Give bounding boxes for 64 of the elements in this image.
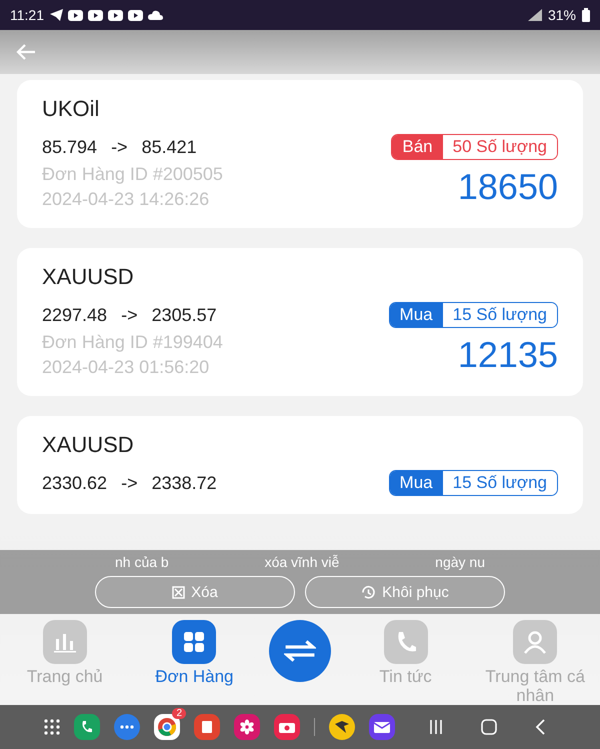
swap-icon [284,639,316,663]
open-price: 85.794 [42,136,98,158]
order-card[interactable]: XAUUSD 2330.62 -> 2338.72 Mua 15 Số lượng [17,416,583,514]
cloud-icon [148,10,163,20]
notes-app-icon[interactable] [194,714,220,740]
arrow-text: -> [111,136,128,158]
recents-icon[interactable] [429,720,443,734]
nav-tab[interactable]: Đơn Hàng [139,620,250,686]
arrow-text: -> [121,304,138,326]
open-price: 2297.48 [42,304,108,326]
quantity: 50 Số lượng [442,135,557,159]
quantity: 15 Số lượng [442,303,557,327]
order-id: Đơn Hàng ID #200505 [42,164,224,185]
amount: 18650 [458,166,558,208]
nav-tab[interactable]: Trang chủ [10,620,120,686]
close-price: 85.421 [142,136,197,158]
nav-tab[interactable]: Trung tâm cá nhân [480,620,590,705]
side-label: Mua [390,471,443,495]
send-icon [50,9,63,21]
back-nav-icon[interactable] [535,719,545,735]
signal-icon [528,9,542,21]
play-icon [88,10,103,20]
apps-grid-icon[interactable] [44,719,60,735]
battery-level: 31% [548,7,576,23]
mail-app-icon[interactable] [369,714,395,740]
messages-app-icon[interactable] [114,714,140,740]
clock: 11:21 [10,7,44,23]
play-icon [128,10,143,20]
close-price: 2338.72 [152,472,217,494]
close-price: 2305.57 [152,304,217,326]
play-icon [68,10,83,20]
notification-badge: 2 [172,708,186,719]
order-card[interactable]: UKOil 85.794 -> 85.421 Bán 50 Số lượng Đơn Hàng ID #200505 2024-04-23 14:26:26 18650 [17,80,583,228]
order-card[interactable]: XAUUSD 2297.48 -> 2305.57 Mua 15 Số lượng Đơn Hàng ID #199404 2024-04-23 01:56:20 12135 [17,248,583,396]
bar-chart-icon [52,631,77,653]
restore-button[interactable]: Khôi phục [305,576,505,608]
symbol: XAUUSD [42,264,135,290]
symbol: XAUUSD [42,432,135,458]
person-icon [522,629,548,655]
history-icon [361,584,376,600]
arrow-text: -> [121,472,138,494]
home-icon[interactable] [481,719,497,735]
order-id: Đơn Hàng ID #199404 [42,332,224,353]
browser-app-icon[interactable] [154,714,180,740]
delete-button[interactable]: Xóa [95,576,295,608]
side-label: Mua [390,303,443,327]
message-text: nh của b [115,554,169,570]
phone-app-icon[interactable] [74,714,100,740]
battery-icon [582,8,590,22]
message-text: ngày nu [435,554,485,570]
grid-icon [182,630,206,654]
close-box-icon [172,586,186,598]
quantity: 15 Số lượng [442,471,557,495]
order-time: 2024-04-23 14:26:26 [42,189,210,210]
amount: 12135 [458,334,558,376]
play-icon [108,10,123,20]
symbol: UKOil [42,96,100,122]
open-price: 2330.62 [42,472,108,494]
side-label: Bán [392,135,443,159]
camera-app-icon[interactable] [274,714,300,740]
message-text: xóa vĩnh viễ [264,554,340,570]
order-time: 2024-04-23 01:56:20 [42,357,210,378]
nav-tab[interactable]: Tin tức [350,620,461,686]
flower-app-icon[interactable] [234,714,260,740]
